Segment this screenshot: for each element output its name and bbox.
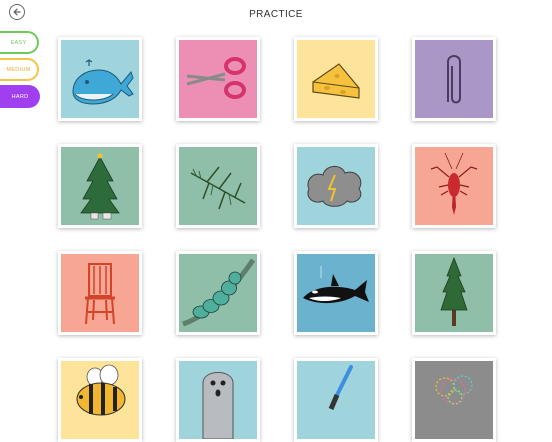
cheese-picture — [297, 40, 375, 118]
card-cheese[interactable] — [294, 37, 378, 121]
scissors-picture — [179, 40, 257, 118]
level-hard-button[interactable]: HARD — [0, 85, 40, 108]
card-storm-cloud[interactable] — [294, 144, 378, 228]
chair-picture — [61, 254, 139, 332]
fireworks-picture — [415, 361, 493, 439]
christmas-tree-picture — [61, 147, 139, 225]
lobster-picture — [415, 147, 493, 225]
level-medium-button[interactable]: MEDIUM — [0, 58, 39, 81]
card-background — [415, 361, 493, 439]
level-easy-button[interactable]: EASY — [0, 31, 39, 54]
storm-cloud-picture — [297, 147, 375, 225]
card-background — [179, 147, 257, 225]
card-tree[interactable] — [412, 251, 496, 335]
caterpillar-picture — [179, 254, 257, 332]
card-lightsaber[interactable] — [294, 358, 378, 442]
card-paper-clip[interactable] — [412, 37, 496, 121]
card-chair[interactable] — [58, 251, 142, 335]
card-bee[interactable] — [58, 358, 142, 442]
card-christmas-tree[interactable] — [58, 144, 142, 228]
tree-picture — [415, 254, 493, 332]
card-background — [415, 40, 493, 118]
card-scissors[interactable] — [176, 37, 260, 121]
pine-branch-picture — [179, 147, 257, 225]
card-caterpillar[interactable] — [176, 251, 260, 335]
whale-picture — [61, 40, 139, 118]
card-orca[interactable] — [294, 251, 378, 335]
card-whale[interactable] — [58, 37, 142, 121]
card-ghost[interactable] — [176, 358, 260, 442]
card-fireworks[interactable] — [412, 358, 496, 442]
lightsaber-picture — [297, 361, 375, 439]
card-lobster[interactable] — [412, 144, 496, 228]
page-title: PRACTICE — [249, 9, 303, 20]
card-pine-branch[interactable] — [176, 144, 260, 228]
orca-picture — [297, 254, 375, 332]
ghost-picture — [179, 361, 257, 439]
paper-clip-picture — [415, 40, 493, 118]
bee-picture — [61, 361, 139, 439]
